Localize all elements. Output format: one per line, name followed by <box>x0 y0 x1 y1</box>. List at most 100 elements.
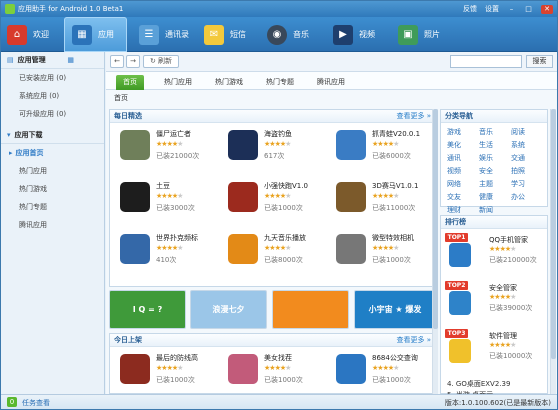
today-app-card[interactable]: 美女找茬 ★★★★★ 已装1000次 <box>226 351 334 393</box>
sidebar-apps-header[interactable]: ▤ 应用管理 ▦ <box>1 52 104 69</box>
banner-orange[interactable] <box>272 290 349 329</box>
category-link[interactable]: 交友 <box>447 192 479 202</box>
featured-app-card[interactable]: 3D赛马V1.0.1 ★★★★★ 已装11000次 <box>334 179 442 221</box>
category-link[interactable]: 拍照 <box>511 166 543 176</box>
app-icon[interactable] <box>120 234 150 264</box>
banner-qixi[interactable]: 浪漫七夕 <box>190 290 267 329</box>
nav-apps[interactable]: ▦ 应用 <box>64 17 127 52</box>
app-icon[interactable] <box>449 243 471 267</box>
sidebar-item-tencent[interactable]: 腾讯应用 <box>1 216 104 234</box>
tab-tencent[interactable]: 腾讯应用 <box>311 75 351 90</box>
ranking-item[interactable]: TOP3 软件管理 ★★★★★ 已装10000次 <box>445 329 543 371</box>
search-input[interactable] <box>450 55 522 68</box>
forward-button[interactable]: → <box>126 55 140 68</box>
featured-app-card[interactable]: 微型特效相机 ★★★★★ 已装1000次 <box>334 231 442 273</box>
today-app-card[interactable]: 8684公交查询 ★★★★★ 已装1000次 <box>334 351 442 393</box>
main-scrollbar[interactable] <box>432 109 438 394</box>
tab-hot-apps[interactable]: 热门应用 <box>158 75 198 90</box>
banner-iq[interactable]: I Q = ? <box>109 290 186 329</box>
category-link[interactable]: 游戏 <box>447 127 479 137</box>
category-link[interactable]: 系统 <box>511 140 543 150</box>
app-icon[interactable] <box>120 182 150 212</box>
category-link[interactable]: 新闻 <box>479 205 511 215</box>
sidebar-item-home[interactable]: ▸ 应用首页 <box>1 144 104 162</box>
app-name[interactable]: 安全管家 <box>489 283 517 293</box>
feedback-link[interactable]: 反馈 <box>463 4 477 14</box>
app-icon[interactable] <box>228 354 258 384</box>
app-icon[interactable] <box>336 130 366 160</box>
app-icon[interactable] <box>336 182 366 212</box>
category-link[interactable]: 交通 <box>511 153 543 163</box>
banner-universe[interactable]: 小宇宙 ★ 爆发 <box>354 290 436 329</box>
sidebar-download-header[interactable]: ▾ 应用下载 <box>1 127 104 144</box>
nav-contacts[interactable]: ☰ 通讯录 <box>139 17 189 52</box>
category-link[interactable]: 学习 <box>511 179 543 189</box>
app-name[interactable]: 软件管理 <box>489 331 517 341</box>
sidebar-item-topics[interactable]: 热门专题 <box>1 198 104 216</box>
tab-topics[interactable]: 热门专题 <box>260 75 300 90</box>
category-link[interactable]: 主题 <box>479 179 511 189</box>
nav-video[interactable]: ▶ 视频 <box>333 17 375 52</box>
category-link[interactable]: 网络 <box>447 179 479 189</box>
ranking-item[interactable]: TOP1 QQ手机管家 ★★★★★ 已装210000次 <box>445 233 543 275</box>
app-name[interactable]: 海盗钓鱼 <box>264 129 292 139</box>
app-icon[interactable] <box>120 354 150 384</box>
sidebar-item-upgradable[interactable]: 可升级应用 (0) <box>1 105 104 123</box>
ranking-item[interactable]: TOP2 安全管家 ★★★★★ 已装39000次 <box>445 281 543 323</box>
featured-app-card[interactable]: 土豆 ★★★★★ 已装3000次 <box>118 179 226 221</box>
app-name[interactable]: 九天音乐播放 <box>264 233 306 243</box>
sidebar-item-system[interactable]: 系统应用 (0) <box>1 87 104 105</box>
app-icon[interactable] <box>336 234 366 264</box>
nav-sms[interactable]: ✉ 短信 <box>204 17 246 52</box>
app-name[interactable]: 8684公交查询 <box>372 353 418 363</box>
minimize-button[interactable]: – <box>507 5 516 14</box>
category-link[interactable]: 办公 <box>511 192 543 202</box>
search-button[interactable]: 搜索 <box>526 55 553 68</box>
tab-home[interactable]: 首页 <box>116 75 144 90</box>
today-app-card[interactable]: 最后的防线高 ★★★★★ 已装1000次 <box>118 351 226 393</box>
app-name[interactable]: 土豆 <box>156 181 170 191</box>
category-link[interactable]: 美化 <box>447 140 479 150</box>
side-scrollbar[interactable] <box>550 109 556 394</box>
app-name[interactable]: 世界扑克频标 <box>156 233 198 243</box>
ranking-list-item[interactable]: 4. GO桌面EXV2.39 <box>447 379 510 389</box>
app-icon[interactable] <box>449 339 471 363</box>
app-name[interactable]: 3D赛马V1.0.1 <box>372 181 418 191</box>
category-link[interactable]: 视频 <box>447 166 479 176</box>
app-icon[interactable] <box>228 182 258 212</box>
app-icon[interactable] <box>336 354 366 384</box>
category-link[interactable]: 生活 <box>479 140 511 150</box>
back-button[interactable]: ← <box>110 55 124 68</box>
app-icon[interactable] <box>449 291 471 315</box>
nav-welcome[interactable]: ⌂ 欢迎 <box>7 17 49 52</box>
nav-photos[interactable]: ▣ 照片 <box>398 17 440 52</box>
app-name[interactable]: QQ手机管家 <box>489 235 528 245</box>
side-scrollbar-thumb[interactable] <box>551 109 556 359</box>
featured-app-card[interactable]: 抓青蛙V20.0.1 ★★★★★ 已装6000次 <box>334 127 442 169</box>
category-link[interactable]: 音乐 <box>479 127 511 137</box>
app-icon[interactable] <box>120 130 150 160</box>
app-name[interactable]: 小强快跑V1.0 <box>264 181 308 191</box>
category-link[interactable]: 理财 <box>447 205 479 215</box>
today-more-link[interactable]: 查看更多 » <box>396 334 431 347</box>
sidebar-item-hot-games[interactable]: 热门游戏 <box>1 180 104 198</box>
featured-app-card[interactable]: 僵尸运亡者 ★★★★★ 已装21000次 <box>118 127 226 169</box>
category-link[interactable]: 通讯 <box>447 153 479 163</box>
category-link[interactable]: 健康 <box>479 192 511 202</box>
app-name[interactable]: 美女找茬 <box>264 353 292 363</box>
featured-app-card[interactable]: 世界扑克频标 ★★★★★ 410次 <box>118 231 226 273</box>
tab-hot-games[interactable]: 热门游戏 <box>209 75 249 90</box>
close-button[interactable]: ✕ <box>541 4 553 14</box>
app-icon[interactable] <box>228 130 258 160</box>
refresh-button[interactable]: ↻ 刷新 <box>143 55 179 68</box>
app-name[interactable]: 微型特效相机 <box>372 233 414 243</box>
sidebar-item-hot-apps[interactable]: 热门应用 <box>1 162 104 180</box>
featured-app-card[interactable]: 九天音乐播放 ★★★★★ 已装8000次 <box>226 231 334 273</box>
sidebar-item-installed[interactable]: 已安装应用 (0) <box>1 69 104 87</box>
category-link[interactable]: 阅读 <box>511 127 543 137</box>
app-name[interactable]: 僵尸运亡者 <box>156 129 191 139</box>
maximize-button[interactable]: □ <box>524 5 533 14</box>
featured-more-link[interactable]: 查看更多 » <box>396 110 431 123</box>
featured-app-card[interactable]: 海盗钓鱼 ★★★★★ 617次 <box>226 127 334 169</box>
app-name[interactable]: 抓青蛙V20.0.1 <box>372 129 420 139</box>
